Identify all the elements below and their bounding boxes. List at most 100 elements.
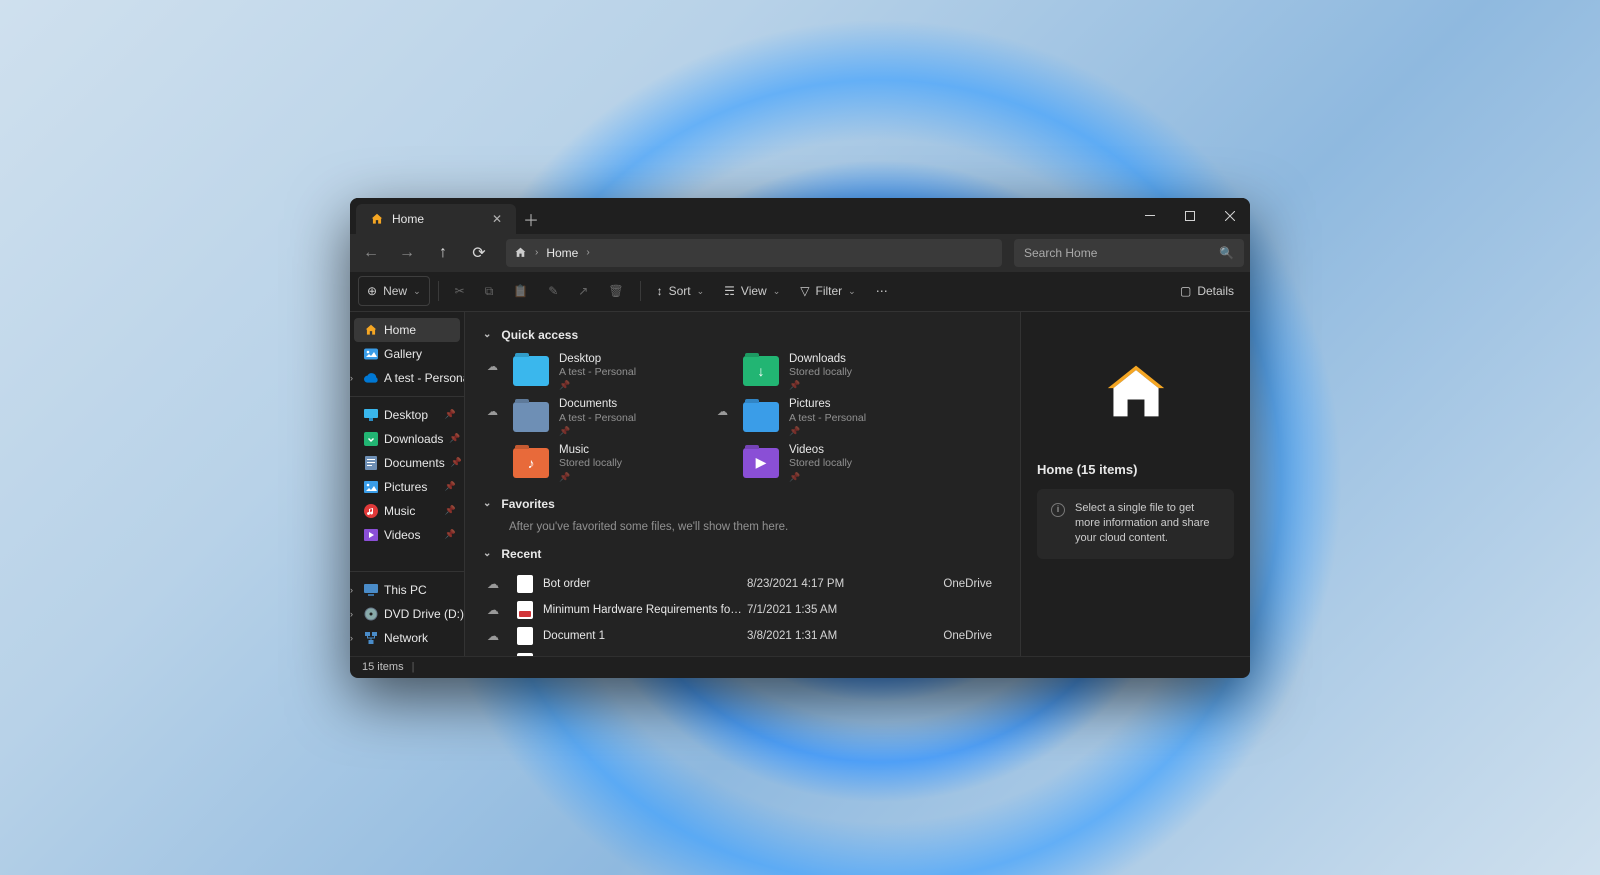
- cloud-icon: ☁: [717, 405, 728, 418]
- address-bar: ← → ↑ ⟳ › Home › Search Home 🔍: [350, 234, 1250, 272]
- sidebar-item-home[interactable]: Home: [354, 318, 460, 342]
- file-name: Document 1: [543, 630, 743, 642]
- sidebar-item-videos[interactable]: Videos📌: [350, 523, 464, 547]
- breadcrumb[interactable]: › Home ›: [506, 239, 1002, 267]
- folder-name: Desktop: [559, 352, 636, 366]
- folder-name: Pictures: [789, 397, 866, 411]
- tab-home[interactable]: Home ✕: [356, 204, 516, 234]
- recent-file-row[interactable]: ☁ Minimum Hardware Requirements for Win..…: [487, 597, 1002, 623]
- forward-button[interactable]: →: [392, 238, 422, 268]
- details-title: Home (15 items): [1037, 462, 1137, 477]
- sidebar-item-label: Desktop: [384, 408, 428, 422]
- quick-access-downloads[interactable]: ↓DownloadsStored locally📌: [743, 352, 953, 392]
- sidebar-item-desktop[interactable]: Desktop📌: [350, 403, 464, 427]
- info-icon: i: [1051, 503, 1065, 517]
- quick-access-header[interactable]: ⌄Quick access: [483, 328, 1002, 342]
- view-button[interactable]: ☴ View ⌄: [716, 276, 788, 306]
- home-icon: [370, 212, 384, 226]
- pin-icon: 📌: [559, 426, 636, 437]
- search-input[interactable]: Search Home 🔍: [1014, 239, 1244, 267]
- folder-name: Downloads: [789, 352, 852, 366]
- chevron-down-icon: ⌄: [483, 548, 491, 559]
- delete-button: 🗑: [600, 276, 631, 306]
- new-tab-button[interactable]: ＋: [516, 204, 546, 234]
- status-bar: 15 items |: [350, 656, 1250, 678]
- sidebar-item-label: Music: [384, 504, 415, 518]
- recent-file-row[interactable]: ☁Bot order8/23/2021 4:17 PMOneDrive: [487, 571, 1002, 597]
- up-button[interactable]: ↑: [428, 238, 458, 268]
- chevron-down-icon: ⌄: [483, 329, 491, 340]
- documents-icon: [364, 456, 378, 470]
- navigation-sidebar: HomeGallery›A test - Persona Desktop📌Dow…: [350, 312, 465, 656]
- sidebar-item-label: Videos: [384, 528, 420, 542]
- share-button: ↗: [570, 276, 596, 306]
- cloud-icon: ☁: [487, 577, 513, 591]
- sidebar-item-label: Downloads: [384, 432, 443, 446]
- chevron-right-icon: ›: [350, 585, 353, 595]
- minimize-button[interactable]: [1130, 198, 1170, 234]
- sidebar-item-label: DVD Drive (D:) C: [384, 607, 464, 621]
- file-name: Minimum Hardware Requirements for Win...: [543, 604, 743, 616]
- tab-title: Home: [392, 212, 424, 226]
- maximize-button[interactable]: [1170, 198, 1210, 234]
- folder-icon: ▶: [743, 448, 779, 478]
- dvd-icon: [364, 607, 378, 621]
- gallery-icon: [364, 347, 378, 361]
- sidebar-item-dvd-drive-d-c[interactable]: ›DVD Drive (D:) C: [350, 602, 464, 626]
- sidebar-item-label: A test - Persona: [384, 371, 464, 385]
- recent-header[interactable]: ⌄Recent: [483, 547, 1002, 561]
- new-button[interactable]: ⊕ New ⌄: [358, 276, 430, 306]
- quick-access-desktop[interactable]: ☁DesktopA test - Personal📌: [513, 352, 723, 392]
- sidebar-item-music[interactable]: Music📌: [350, 499, 464, 523]
- pictures-icon: [364, 480, 378, 494]
- quick-access-documents[interactable]: ☁DocumentsA test - Personal📌: [513, 397, 723, 437]
- close-window-button[interactable]: [1210, 198, 1250, 234]
- downloads-icon: [364, 432, 378, 446]
- sidebar-item-pictures[interactable]: Pictures📌: [350, 475, 464, 499]
- file-name: Bot order: [543, 578, 743, 590]
- pin-icon: 📌: [449, 433, 460, 444]
- item-count: 15 items: [362, 661, 404, 673]
- filter-button[interactable]: ▽ Filter ⌄: [792, 276, 863, 306]
- refresh-button[interactable]: ⟳: [464, 238, 494, 268]
- folder-location: A test - Personal: [559, 366, 636, 379]
- sidebar-item-network[interactable]: ›Network: [350, 626, 464, 650]
- quick-access-pictures[interactable]: ☁PicturesA test - Personal📌: [743, 397, 953, 437]
- tab-close-icon[interactable]: ✕: [492, 212, 502, 226]
- quick-access-music[interactable]: ♪MusicStored locally📌: [513, 443, 723, 483]
- sidebar-item-a-test-persona[interactable]: ›A test - Persona: [350, 366, 464, 390]
- search-icon: 🔍: [1219, 246, 1234, 260]
- folder-location: A test - Personal: [559, 412, 636, 425]
- quick-access-videos[interactable]: ▶VideosStored locally📌: [743, 443, 953, 483]
- network-icon: [364, 631, 378, 645]
- file-icon: [517, 627, 533, 645]
- back-button[interactable]: ←: [356, 238, 386, 268]
- thispc-icon: [364, 583, 378, 597]
- chevron-right-icon: ›: [586, 247, 589, 258]
- sidebar-item-documents[interactable]: Documents📌: [350, 451, 464, 475]
- sidebar-item-label: Documents: [384, 456, 445, 470]
- toolbar: ⊕ New ⌄ ✂ ⧉ 📋 ✎ ↗ 🗑 ↕ Sort ⌄ ☴ View ⌄ ▽ …: [350, 272, 1250, 312]
- breadcrumb-current[interactable]: Home: [546, 246, 578, 260]
- cloud-icon: ☁: [487, 603, 513, 617]
- onedrive-icon: [364, 371, 378, 385]
- sort-button[interactable]: ↕ Sort ⌄: [649, 276, 713, 306]
- paste-button: 📋: [505, 276, 536, 306]
- sidebar-item-label: Network: [384, 631, 428, 645]
- folder-name: Videos: [789, 443, 852, 457]
- recent-file-row[interactable]: ☁Document3/8/2021 1:15 AMOneDrive: [487, 649, 1002, 656]
- sidebar-item-gallery[interactable]: Gallery: [350, 342, 464, 366]
- sidebar-item-downloads[interactable]: Downloads 📌: [350, 427, 464, 451]
- details-pane-button[interactable]: ▢ Details: [1172, 276, 1242, 306]
- copy-button: ⧉: [477, 276, 502, 306]
- file-explorer-window: Home ✕ ＋ ← → ↑ ⟳ › Home › Search Home 🔍 …: [350, 198, 1250, 678]
- more-button[interactable]: ⋯: [868, 276, 896, 306]
- home-icon: [364, 323, 378, 337]
- favorites-empty-text: After you've favorited some files, we'll…: [509, 521, 1002, 533]
- favorites-header[interactable]: ⌄Favorites: [483, 497, 1002, 511]
- sidebar-item-this-pc[interactable]: ›This PC: [350, 578, 464, 602]
- folder-name: Music: [559, 443, 622, 457]
- cloud-icon: ☁: [487, 629, 513, 643]
- recent-file-row[interactable]: ☁Document 13/8/2021 1:31 AMOneDrive: [487, 623, 1002, 649]
- folder-name: Documents: [559, 397, 636, 411]
